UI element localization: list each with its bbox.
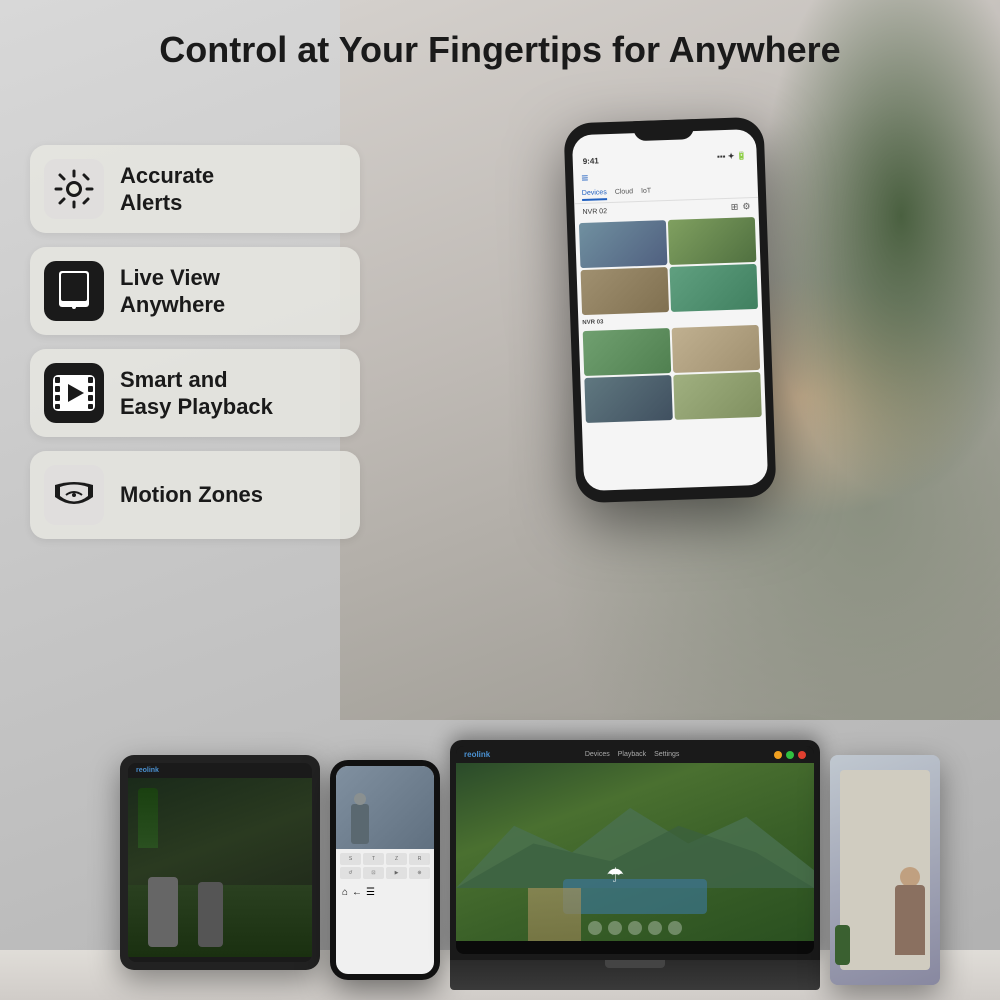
phone-small-camera-view [336,766,434,849]
ctrl-btn-1[interactable]: S [340,853,361,865]
tablet-icon-box [44,261,104,321]
laptop-umbrella-icon: ☂ [606,863,624,888]
live-view-label: Live ViewAnywhere [120,264,225,319]
feature-motion-zones: Motion Zones [30,451,360,539]
laptop-nav-home[interactable]: Devices [585,751,610,758]
laptop-screen-area: reolink Devices Playback Settings [450,740,820,960]
phone-time: 9:41 [583,156,599,166]
camera-cell-6 [672,325,761,373]
laptop-brand: reolink [464,750,490,759]
camera-cell-3 [581,267,670,315]
play-icon [52,374,96,412]
phone-screen: 9:41 ▪▪▪ ✦ 🔋 ≡ Devices Cloud IoT NVR 02 … [572,129,768,491]
phone-toolbar-icons: ⊞ ⚙ [731,201,751,213]
motion-zones-label: Motion Zones [120,481,263,509]
maximize-btn[interactable] [786,751,794,759]
small-phone-figure [351,804,369,844]
ctrl-btn-7[interactable]: ▶ [386,867,407,879]
tab-iot[interactable]: IoT [641,188,652,199]
phone-nvr-label: NVR 02 [582,208,607,216]
laptop-ctrl-3[interactable] [628,921,642,935]
tablet-figure-2 [198,882,223,947]
motion-icon [51,477,97,513]
laptop-camera-notch [605,960,665,968]
phone-small-bottom-nav: ⌂ ← ☰ [336,883,434,902]
page-title: Control at Your Fingertips for Anywhere [0,28,1000,71]
camera-cell-5 [583,328,672,376]
close-btn[interactable] [798,751,806,759]
motion-icon-box [44,465,104,525]
tablet-mockup: reolink [120,755,320,970]
settings-icon: ⚙ [742,201,750,212]
door-camera-view [830,755,940,985]
ctrl-btn-6[interactable]: ⊡ [363,867,384,879]
phone-mockup-main: 9:41 ▪▪▪ ✦ 🔋 ≡ Devices Cloud IoT NVR 02 … [563,117,776,504]
laptop-mockup: reolink Devices Playback Settings [450,740,820,990]
laptop-screen: reolink Devices Playback Settings [456,746,814,954]
laptop-nav-playback[interactable]: Playback [618,751,646,758]
phone-signal: ▪▪▪ ✦ 🔋 [717,151,747,161]
minimize-btn[interactable] [774,751,782,759]
ctrl-btn-2[interactable]: T [363,853,384,865]
smart-playback-label: Smart andEasy Playback [120,366,273,421]
ctrl-btn-8[interactable]: ⊕ [409,867,430,879]
accurate-alerts-label: AccurateAlerts [120,162,214,217]
camera-cell-8 [673,372,762,420]
laptop-app-bar: reolink Devices Playback Settings [456,746,814,763]
play-icon-box [44,363,104,423]
tablet-content [128,778,312,957]
door-plant [835,925,850,965]
alert-icon-box [44,159,104,219]
laptop-pool [563,879,706,915]
laptop-nav: Devices Playback Settings [585,751,680,758]
camera-cell-7 [584,375,673,423]
laptop-ctrl-5[interactable] [668,921,682,935]
phone-notch [633,119,694,141]
phone-small-screen: S T Z R ↺ ⊡ ▶ ⊕ ⌂ ← ☰ [336,766,434,974]
feature-live-view: Live ViewAnywhere [30,247,360,335]
tablet-screen: reolink [128,763,312,962]
laptop-main-view: ☂ [456,763,814,941]
camera-cell-2 [668,217,757,265]
tab-devices[interactable]: Devices [582,189,607,201]
laptop-window-controls [774,751,806,759]
small-home-icon[interactable]: ⌂ [342,887,348,898]
laptop-ctrl-4[interactable] [648,921,662,935]
phone-camera-grid-2 [579,323,766,425]
tablet-brand: reolink [136,767,159,774]
feature-accurate-alerts: AccurateAlerts [30,145,360,233]
laptop-ctrl-1[interactable] [588,921,602,935]
grid-icon: ⊞ [731,202,739,213]
alert-icon [52,167,96,211]
devices-area: reolink S T Z R ↺ [0,710,1000,1000]
laptop-playback-controls [456,921,814,935]
small-back-icon[interactable]: ← [352,887,362,898]
door-person-body [895,885,925,955]
phone-small-mockup: S T Z R ↺ ⊡ ▶ ⊕ ⌂ ← ☰ [330,760,440,980]
laptop-nav-settings[interactable]: Settings [654,751,679,758]
ctrl-btn-4[interactable]: R [409,853,430,865]
camera-cell-4 [669,264,758,312]
laptop-mountains-svg [456,799,814,888]
tablet-icon [55,270,93,312]
laptop-base [450,960,820,990]
ctrl-btn-5[interactable]: ↺ [340,867,361,879]
tablet-figure-1 [148,877,178,947]
phone-camera-grid-1 [575,215,762,317]
door-person-head [900,867,920,887]
tablet-header: reolink [128,763,312,778]
features-list: AccurateAlerts Live ViewAnywhere [30,145,360,539]
ctrl-btn-3[interactable]: Z [386,853,407,865]
phone-small-controls: S T Z R ↺ ⊡ ▶ ⊕ [336,849,434,883]
tablet-tree [138,788,158,848]
feature-smart-playback: Smart andEasy Playback [30,349,360,437]
small-menu-icon[interactable]: ☰ [366,887,375,898]
camera-cell-1 [579,220,668,268]
tab-cloud[interactable]: Cloud [615,188,634,200]
laptop-ctrl-2[interactable] [608,921,622,935]
